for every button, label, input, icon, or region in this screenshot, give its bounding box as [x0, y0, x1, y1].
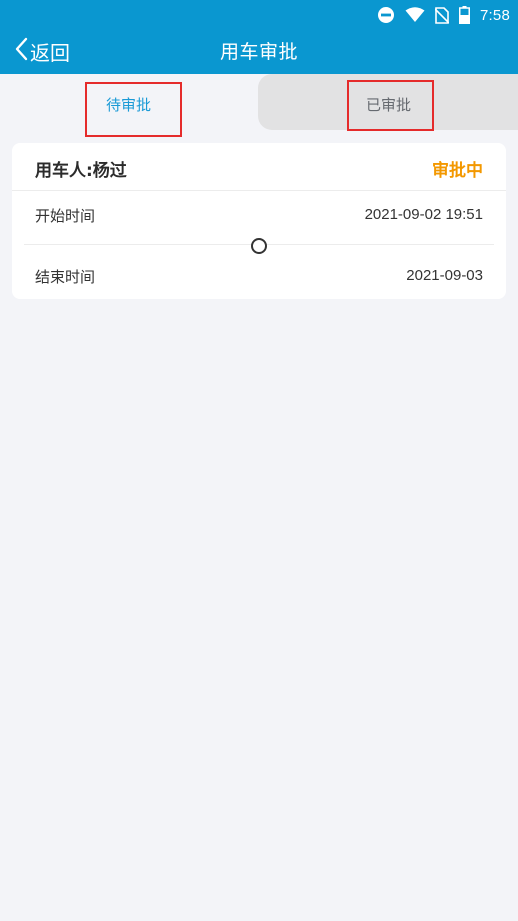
card-header: 用车人:杨过 审批中 [12, 143, 506, 191]
clock-time: 7:58 [480, 6, 510, 24]
app-header: 7:58 返回 用车审批 [0, 0, 518, 74]
start-time-value: 2021-09-02 19:51 [364, 206, 483, 223]
circle-icon [251, 238, 267, 254]
status-bar: 7:58 [0, 0, 518, 28]
end-time-label: 结束时间 [35, 268, 96, 286]
requester-name: 用车人:杨过 [35, 161, 127, 181]
highlight-box-pending [85, 82, 182, 137]
status-badge: 审批中 [432, 161, 483, 181]
approval-record-card[interactable]: 用车人:杨过 审批中 开始时间 2021-09-02 19:51 结束时间 20… [12, 143, 506, 299]
no-sim-icon [435, 6, 449, 24]
approval-tabs: 待审批 已审批 [0, 74, 518, 130]
end-time-value: 2021-09-03 [406, 267, 483, 284]
battery-icon [459, 6, 470, 24]
highlight-box-approved [347, 80, 434, 131]
start-time-label: 开始时间 [35, 207, 96, 225]
nav-bar: 返回 用车审批 [0, 28, 518, 74]
status-icons: 7:58 [377, 4, 510, 26]
wifi-icon [405, 7, 425, 23]
do-not-disturb-icon [377, 6, 395, 24]
page-title: 用车审批 [219, 41, 298, 63]
